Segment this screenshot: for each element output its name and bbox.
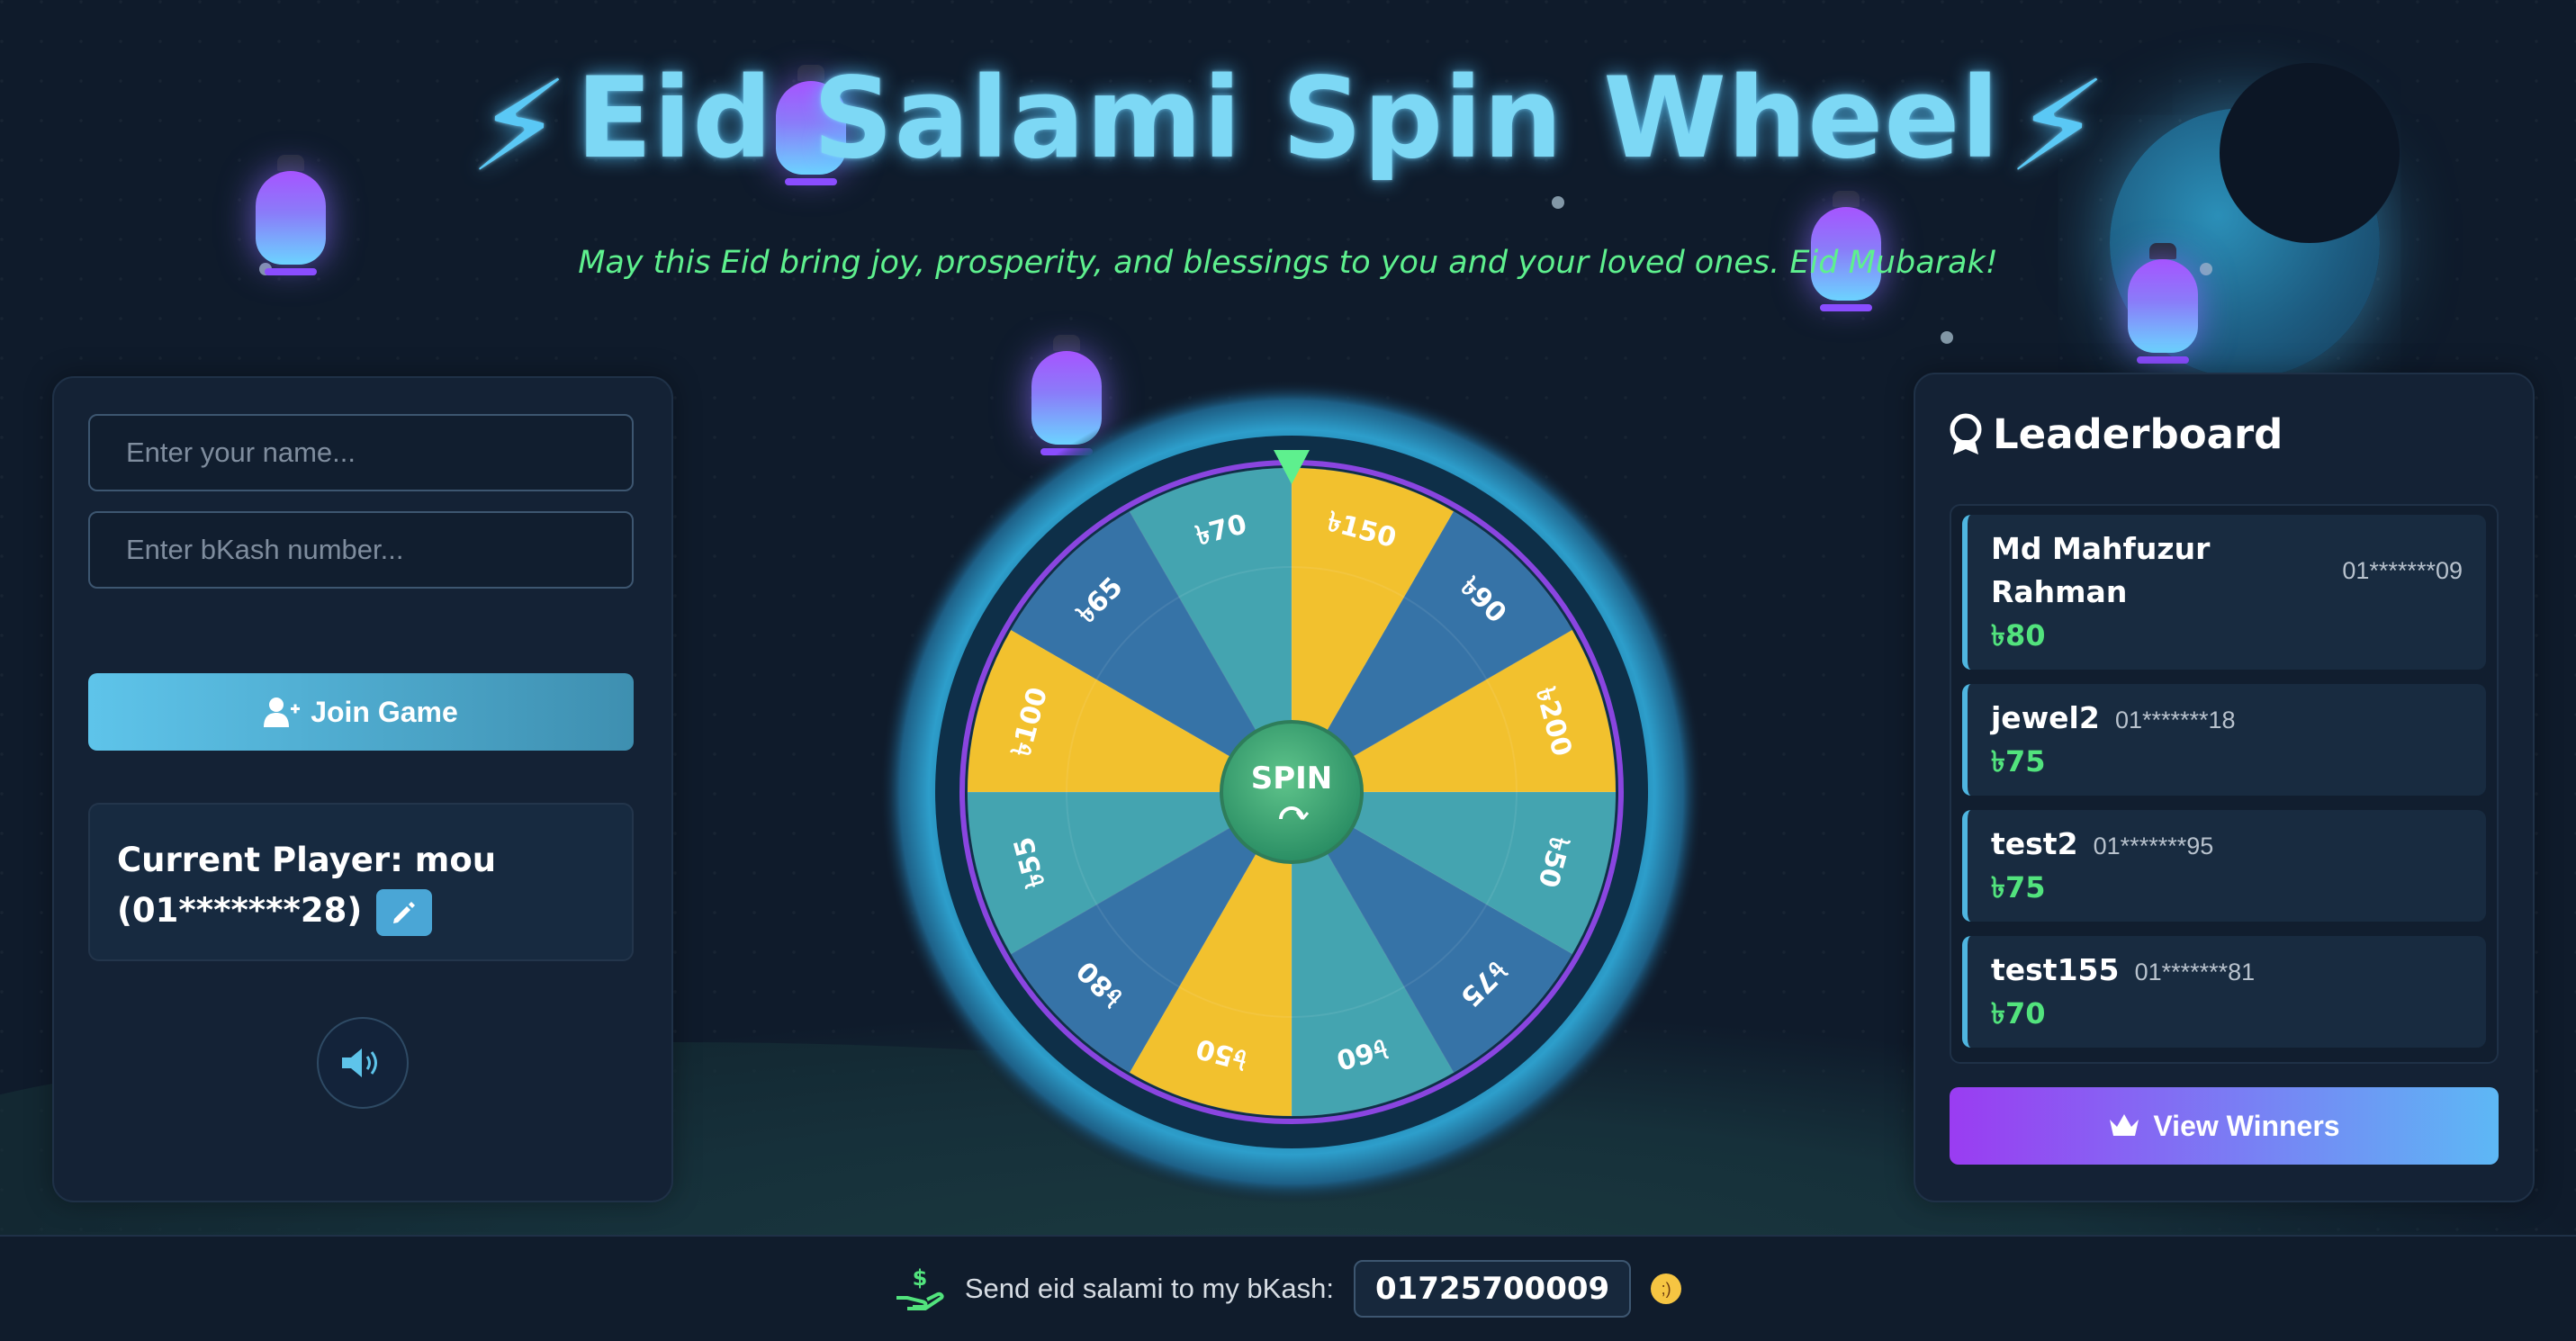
view-winners-button[interactable]: View Winners: [1950, 1087, 2499, 1165]
add-user-icon: [264, 698, 301, 727]
lightning-icon: ⚡: [2002, 54, 2112, 201]
bkash-number[interactable]: 01725700009: [1353, 1260, 1632, 1318]
current-player-phone: (01*******28): [117, 891, 363, 930]
page-title: ⚡Eid Salami Spin Wheel⚡: [464, 54, 2112, 201]
entry-phone: 01*******81: [2134, 958, 2256, 986]
edit-player-button[interactable]: [376, 888, 433, 936]
leaderboard-entry: test155 01*******81 ৳70: [1962, 936, 2486, 1048]
page-subtitle: May this Eid bring joy, prosperity, and …: [578, 245, 1998, 281]
entry-amount: ৳70: [1991, 996, 2046, 1030]
speaker-icon: [342, 1048, 377, 1077]
spin-wheel: ৳150 ৳90 ৳200 ৳50 ৳75 ৳60 ৳50 ৳80 ৳55 ৳100 ৳65 ৳70 …: [878, 378, 1706, 1206]
join-game-label: Join Game: [311, 695, 458, 728]
svg-text:$: $: [912, 1265, 927, 1291]
spin-label: SPIN: [1251, 760, 1333, 796]
footer-bar: $ Send eid salami to my bKash: 017257000…: [0, 1235, 2576, 1341]
lightning-icon: ⚡: [464, 54, 574, 201]
entry-amount: ৳75: [1991, 744, 2046, 778]
leaderboard-entry: Md Mahfuzur Rahman 01*******09 ৳80: [1962, 515, 2486, 670]
entry-name: test2: [1991, 826, 2078, 861]
name-input[interactable]: [88, 414, 634, 491]
pencil-icon: [393, 901, 416, 923]
money-hand-icon: $: [896, 1265, 944, 1310]
entry-name: jewel2: [1991, 700, 2100, 735]
award-icon: [1950, 413, 1982, 454]
join-game-button[interactable]: Join Game: [88, 673, 634, 751]
leaderboard-entry: test2 01*******95 ৳75: [1962, 810, 2486, 922]
footer-text: Send eid salami to my bKash:: [964, 1273, 1334, 1304]
entry-name: Md Mahfuzur Rahman: [1991, 531, 2211, 609]
leaderboard-panel: Leaderboard Md Mahfuzur Rahman 01*******…: [1914, 373, 2535, 1202]
entry-amount: ৳80: [1991, 618, 2046, 652]
crown-icon: [2110, 1114, 2139, 1136]
star-decoration: [1941, 331, 1953, 344]
leaderboard-title: Leaderboard: [1948, 410, 2283, 458]
entry-phone: 01*******95: [2093, 832, 2214, 860]
sound-toggle-button[interactable]: [317, 1017, 409, 1109]
entry-phone: 01*******09: [2342, 556, 2463, 584]
wheel-graphic: ৳150৳90৳200৳50৳75৳60৳50৳80৳55৳100৳65৳70 …: [879, 380, 1704, 1204]
player-panel: Join Game Current Player: mou (01*******…: [52, 376, 673, 1202]
view-winners-label: View Winners: [2153, 1109, 2340, 1142]
leaderboard-entry: jewel2 01*******18 ৳75: [1962, 684, 2486, 796]
entry-phone: 01*******18: [2114, 706, 2236, 734]
entry-name: test155: [1991, 952, 2120, 987]
current-player-label: Current Player: mou: [117, 841, 497, 879]
entry-amount: ৳75: [1991, 870, 2046, 904]
bkash-number-input[interactable]: [88, 511, 634, 589]
leaderboard-list: Md Mahfuzur Rahman 01*******09 ৳80 jewel…: [1950, 504, 2499, 1064]
winking-face-icon: ;): [1651, 1274, 1682, 1304]
current-player-card: Current Player: mou (01*******28): [88, 803, 634, 961]
